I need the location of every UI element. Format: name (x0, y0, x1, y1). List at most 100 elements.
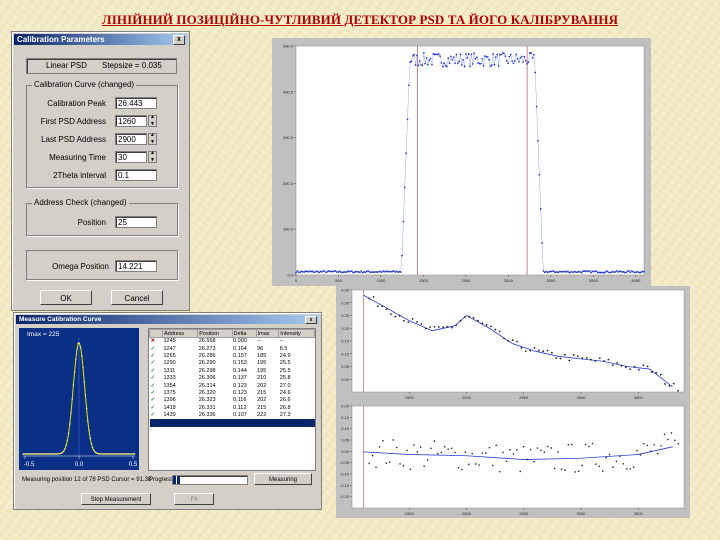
cell-position: 26.320 (198, 389, 216, 396)
table-row[interactable]: ✓ 1290 26.290 0.153 195 25.5 (150, 360, 315, 367)
cancel-button[interactable]: Cancel (111, 290, 163, 305)
table-row[interactable]: ✓ 1418 26.331 0.112 215 26.8 (150, 405, 315, 412)
cell-intensity: 26.6 (279, 397, 291, 404)
residual-point (492, 464, 494, 467)
close-icon[interactable]: x (173, 35, 185, 45)
calibration-peak-field[interactable]: 26.443 (115, 97, 157, 109)
data-point (512, 62, 515, 65)
residual-point (622, 463, 625, 465)
peak-point (121, 453, 124, 455)
measuring-time-field[interactable]: 30 (115, 151, 147, 163)
data-point (422, 52, 425, 54)
col-position[interactable]: Position (197, 329, 233, 338)
residual-point (385, 462, 388, 464)
data-point (539, 207, 542, 210)
omega-position-field[interactable]: 14.221 (115, 260, 157, 272)
measure-close-icon[interactable]: x (305, 316, 317, 324)
residual-point (388, 461, 391, 463)
data-point (511, 60, 514, 63)
psd-response-plot: 0 500 1000 1500 2000 2500 3000 3500 4000 0.0 100.0… (272, 38, 651, 286)
residual-point (481, 452, 484, 454)
col-delta[interactable]: Delta (231, 329, 257, 338)
first-psd-address-field[interactable]: 1260 (115, 115, 147, 127)
data-point (590, 271, 592, 274)
data-point (470, 53, 473, 56)
x-tick-label: -0.5 (24, 462, 35, 468)
data-point (504, 55, 507, 58)
position-field[interactable]: 25 (115, 216, 157, 228)
peak-point (125, 453, 127, 455)
table-row[interactable]: ✓ 1311 26.298 0.144 195 25.5 (150, 368, 315, 375)
cell-imax: 195 (257, 360, 267, 367)
table-row-selected[interactable] (149, 419, 315, 427)
cell-delta: 0.116 (233, 397, 247, 404)
peak-point (31, 453, 34, 455)
data-point (633, 365, 636, 368)
data-point (498, 330, 501, 333)
data-point (520, 55, 523, 58)
stop-measurement-button[interactable]: Stop Measurement (81, 493, 151, 505)
table-row[interactable]: ✕ 1245 26.568 0.000 -- -- (150, 338, 315, 346)
peak-point (132, 453, 135, 455)
col-intensity[interactable]: Intensity (278, 329, 315, 338)
data-point (416, 321, 418, 323)
cell-address: 1354 (163, 382, 176, 389)
col-imax[interactable]: Imax (255, 329, 280, 338)
residual-point (550, 447, 552, 449)
cell-address: 1375 (163, 389, 176, 396)
residual-point (588, 445, 590, 448)
residual-point (409, 468, 412, 471)
peak-point (131, 453, 133, 455)
table-row[interactable]: ✓ 1247 26.273 0.164 96 8.5 (150, 345, 315, 352)
cell-imax: 210 (257, 375, 267, 382)
cell-imax: 222 (257, 412, 267, 419)
residual-point (454, 451, 456, 454)
data-point (595, 270, 598, 272)
peak-point (35, 453, 37, 455)
data-point (516, 340, 518, 343)
residual-point (670, 432, 673, 434)
results-table[interactable]: Address Position Delta Imax Intensity ✕ 1… (148, 328, 316, 471)
measuring-time-spinner[interactable] (148, 150, 157, 163)
2theta-interval-field[interactable]: 0.1 (115, 169, 157, 181)
data-point (428, 59, 431, 62)
peak-point (59, 452, 61, 455)
residual-point (399, 463, 401, 465)
last-psd-address-field[interactable]: 2900 (115, 133, 147, 145)
peak-point (111, 453, 113, 455)
table-row[interactable]: ✓ 1439 26.336 0.107 222 27.3 (150, 412, 315, 419)
peak-point (120, 453, 123, 455)
data-point (485, 324, 488, 326)
table-row[interactable]: ✓ 1333 26.306 0.137 210 25.8 (150, 375, 315, 382)
measuring-button[interactable]: Measuring (254, 473, 312, 485)
fit-button[interactable]: Fit (174, 493, 214, 505)
first-psd-address-spinner[interactable] (148, 114, 157, 127)
peak-point (23, 453, 25, 455)
cell-imax: 215 (257, 389, 267, 396)
residual-point (478, 464, 480, 466)
residual-point (553, 467, 556, 470)
ok-button[interactable]: OK (40, 290, 92, 305)
peak-point (40, 453, 42, 455)
data-point (475, 56, 478, 59)
measure-title: Measure Calibration Curve (19, 316, 102, 323)
table-row[interactable]: ✓ 1396 26.323 0.116 202 26.6 (150, 397, 315, 404)
data-point (668, 384, 671, 387)
residual-point (629, 468, 631, 470)
data-point (535, 105, 538, 108)
status-icon: ✓ (150, 352, 156, 359)
peak-point (71, 398, 73, 401)
table-row[interactable]: ✓ 1375 26.320 0.123 215 24.6 (150, 390, 315, 397)
data-point (520, 346, 523, 349)
col-address[interactable]: Address (161, 329, 199, 338)
table-row[interactable]: ✓ 1354 26.314 0.123 202 27.0 (150, 382, 315, 389)
calibration-peak-label: Calibration Peak (47, 99, 106, 108)
last-psd-address-label: Last PSD Address (41, 135, 106, 144)
data-point (426, 63, 429, 66)
table-row[interactable]: ✓ 1265 26.286 0.157 185 24.9 (150, 353, 315, 360)
last-psd-address-spinner[interactable] (148, 132, 157, 145)
residual-point (653, 443, 656, 446)
y-tick-label: -0.15 (340, 483, 350, 488)
data-point (672, 382, 675, 385)
data-point (410, 60, 413, 63)
